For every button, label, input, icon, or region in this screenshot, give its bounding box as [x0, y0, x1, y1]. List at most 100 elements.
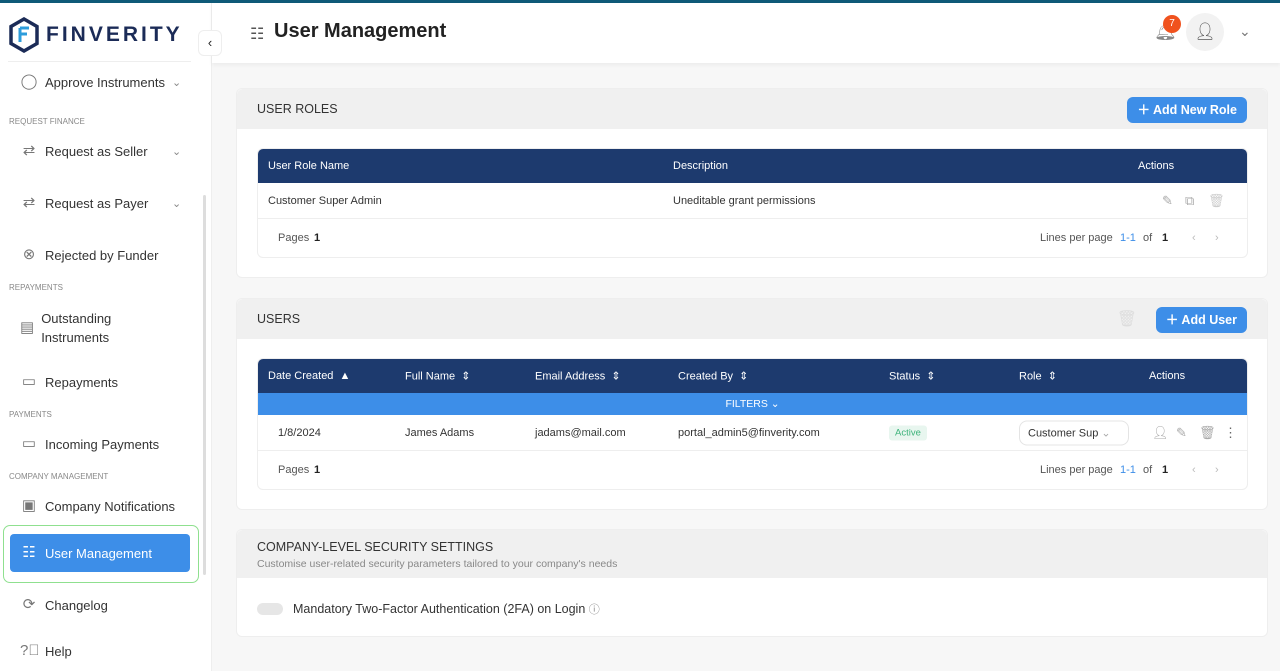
lines-per-page-select[interactable]: 1-1 [1120, 232, 1136, 244]
pages-value: 1 [314, 464, 321, 476]
role-name: Customer Super Admin [268, 194, 382, 207]
sidebar-item-label: Request as Seller [45, 143, 148, 159]
edit-icon[interactable]: ✎ [1162, 193, 1173, 209]
sidebar-item-approve-instruments[interactable]: ◯ Approve Instruments ⌄ [0, 73, 200, 91]
help-icon: ?⃝ [20, 642, 40, 659]
prev-page-icon[interactable]: ‹ [1192, 464, 1196, 476]
sidebar-item-label: Repayments [45, 374, 118, 390]
pages-value: 1 [314, 232, 321, 244]
pages-label: Pages [278, 232, 310, 244]
user-roles-table: User Role Name Description Actions Custome… [257, 148, 1248, 258]
role-value: Customer Sup [1028, 427, 1099, 439]
section-label: REPAYMENTS [9, 283, 63, 292]
logo-text: FINVERITY [46, 23, 183, 46]
column-header-role[interactable]: Role ⇕ [1019, 370, 1057, 383]
trash-icon[interactable]: 🗑︎ [1117, 309, 1137, 329]
total-value: 1 [1162, 232, 1169, 244]
user-management-icon: ☷ [250, 26, 265, 43]
chevron-down-icon: ⌄ [172, 145, 182, 158]
total-value: 1 [1162, 464, 1169, 476]
column-label: Full Name [405, 370, 456, 383]
wallet-icon: ▭ [21, 435, 37, 452]
section-label: COMPANY MANAGEMENT [9, 472, 109, 481]
trash-icon[interactable]: 🗑︎ [1199, 425, 1216, 441]
add-new-role-button[interactable]: ＋ Add New Role [1127, 97, 1247, 123]
column-header: User Role Name [268, 160, 350, 172]
header: ☷ User Management 🔔︎ 7 👤︎ ⌄ [212, 3, 1280, 63]
refresh-icon: ⟳ [22, 596, 36, 613]
sidebar-item-rejected-by-funder[interactable]: ⊗ Rejected by Funder [0, 246, 200, 264]
avatar[interactable]: 👤︎ [1186, 13, 1224, 51]
pagination: Pages 1 Lines per page 1-1 of 1 ‹ › [258, 451, 1247, 489]
section-title: USER ROLES [257, 102, 338, 116]
sidebar-item-label: Outstanding Instruments [41, 311, 112, 345]
column-header-date-created[interactable]: Date Created ▲ [268, 370, 350, 382]
sidebar-item-outstanding-instruments[interactable]: ▤ Outstanding Instruments [0, 309, 130, 347]
prev-page-icon[interactable]: ‹ [1192, 232, 1196, 244]
exchange-icon: ⇄ [22, 142, 36, 159]
sidebar-item-user-management[interactable]: ☷ User Management [10, 534, 190, 572]
assign-user-icon[interactable]: 👤︎ [1152, 425, 1169, 441]
edit-icon[interactable]: ✎ [1176, 425, 1187, 441]
security-settings-card: COMPANY-LEVEL SECURITY SETTINGS Customis… [236, 529, 1268, 637]
notification-settings-icon: ▣ [21, 497, 37, 514]
email-address: jadams@mail.com [535, 426, 626, 439]
date-created: 1/8/2024 [278, 426, 321, 439]
role-select[interactable]: Customer Sup ⌄ [1019, 420, 1129, 445]
sidebar-item-changelog[interactable]: ⟳ Changelog [0, 596, 200, 614]
lines-per-page-select[interactable]: 1-1 [1120, 464, 1136, 476]
column-label: Status [889, 370, 921, 383]
column-header: Description [673, 160, 729, 172]
exchange-icon: ⇄ [22, 194, 36, 211]
column-label: Role [1019, 370, 1042, 383]
sidebar-item-label: Rejected by Funder [45, 247, 159, 263]
2fa-label-row: Mandatory Two-Factor Authentication (2FA… [293, 601, 600, 617]
2fa-label: Mandatory Two-Factor Authentication (2FA… [293, 602, 586, 616]
next-page-icon[interactable]: › [1215, 232, 1219, 244]
wallet-icon: ▭ [21, 373, 37, 390]
collapse-sidebar-button[interactable]: ‹ [198, 30, 222, 56]
chevron-down-icon[interactable]: ⌄ [1239, 23, 1251, 40]
lines-per-page-label: Lines per page [1040, 464, 1113, 476]
sidebar-item-request-as-seller[interactable]: ⇄ Request as Seller ⌄ [0, 142, 200, 160]
status-badge: Active [889, 425, 927, 440]
lines-per-page-label: Lines per page [1040, 232, 1113, 244]
section-title: COMPANY-LEVEL SECURITY SETTINGS [257, 540, 494, 554]
sidebar-item-label: Approve Instruments [45, 74, 165, 90]
section-subtitle: Customise user-related security paramete… [257, 558, 618, 570]
2fa-toggle[interactable] [257, 603, 283, 615]
document-icon: ▤ [20, 319, 35, 336]
column-header-status[interactable]: Status ⇕ [889, 370, 936, 383]
sidebar-item-incoming-payments[interactable]: ▭ Incoming Payments [0, 435, 200, 453]
add-user-button[interactable]: ＋ Add User [1155, 307, 1247, 333]
column-header-email[interactable]: Email Address ⇕ [535, 370, 621, 383]
sidebar-item-help[interactable]: ?⃝ Help [0, 642, 200, 660]
sidebar-item-request-as-payer[interactable]: ⇄ Request as Payer ⌄ [0, 194, 200, 212]
sidebar-item-label: Help [45, 643, 72, 659]
divider [8, 61, 191, 62]
created-by: portal_admin5@finverity.com [678, 426, 820, 439]
sidebar-item-repayments[interactable]: ▭ Repayments [0, 373, 200, 391]
user-settings-icon: ☷ [22, 544, 36, 561]
column-label: Email Address [535, 370, 606, 383]
next-page-icon[interactable]: › [1215, 464, 1219, 476]
column-header-full-name[interactable]: Full Name ⇕ [405, 370, 470, 383]
column-label: Date Created [268, 370, 334, 382]
copy-icon[interactable]: ⧉ [1185, 193, 1194, 209]
filters-label: FILTERS [725, 398, 768, 410]
trash-icon[interactable]: 🗑︎ [1208, 193, 1225, 209]
sidebar-item-company-notifications[interactable]: ▣ Company Notifications [0, 497, 200, 515]
pagination: Pages 1 Lines per page 1-1 of 1 ‹ › [258, 219, 1247, 257]
sidebar-scrollbar[interactable] [203, 195, 206, 575]
users-card: USERS 🗑︎ ＋ Add User Date Created ▲ Full … [236, 298, 1268, 510]
user-roles-card: USER ROLES ＋ Add New Role User Role Name… [236, 88, 1268, 278]
column-header: Actions [1138, 160, 1175, 172]
table-row: Customer Super Admin Uneditable grant per… [258, 183, 1247, 219]
filters-toggle[interactable]: FILTERS ⌄ [258, 393, 1247, 415]
x-circle-icon: ⊗ [22, 246, 36, 263]
more-options-icon[interactable]: ⋮ [1224, 425, 1237, 441]
column-header-created-by[interactable]: Created By ⇕ [678, 370, 748, 383]
logo[interactable]: FINVERITY [8, 17, 183, 53]
info-icon[interactable]: ⓘ [589, 604, 600, 616]
section-label: REQUEST FINANCE [9, 117, 85, 126]
